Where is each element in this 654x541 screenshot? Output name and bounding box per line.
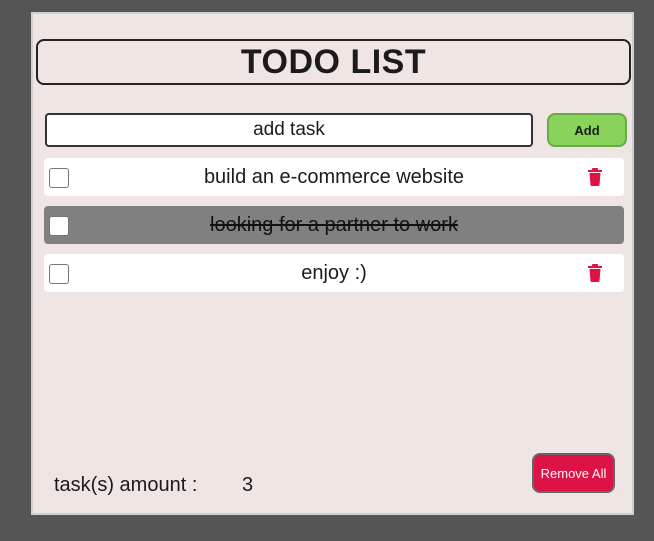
todo-app-panel: TODO LIST Add build an e-commerce websit…: [31, 12, 634, 515]
task-checkbox[interactable]: [49, 168, 69, 188]
add-task-button[interactable]: Add: [547, 113, 627, 147]
task-amount-value: 3: [242, 474, 254, 496]
remove-all-button[interactable]: Remove All: [532, 453, 615, 493]
task-amount-label: task(s) amount :: [54, 474, 198, 496]
page-title: TODO LIST: [36, 39, 631, 85]
task-row: enjoy :): [44, 254, 624, 292]
add-task-input[interactable]: [45, 113, 533, 147]
task-text: looking for a partner to work: [210, 214, 458, 236]
task-list: build an e-commerce website looking for …: [44, 158, 624, 302]
task-row: looking for a partner to work: [44, 206, 624, 244]
task-checkbox[interactable]: [49, 216, 69, 236]
task-row: build an e-commerce website: [44, 158, 624, 196]
trash-icon[interactable]: [587, 264, 603, 282]
trash-icon[interactable]: [587, 168, 603, 186]
task-text: build an e-commerce website: [203, 166, 465, 188]
task-checkbox[interactable]: [49, 264, 69, 284]
task-text: enjoy :): [301, 262, 367, 284]
